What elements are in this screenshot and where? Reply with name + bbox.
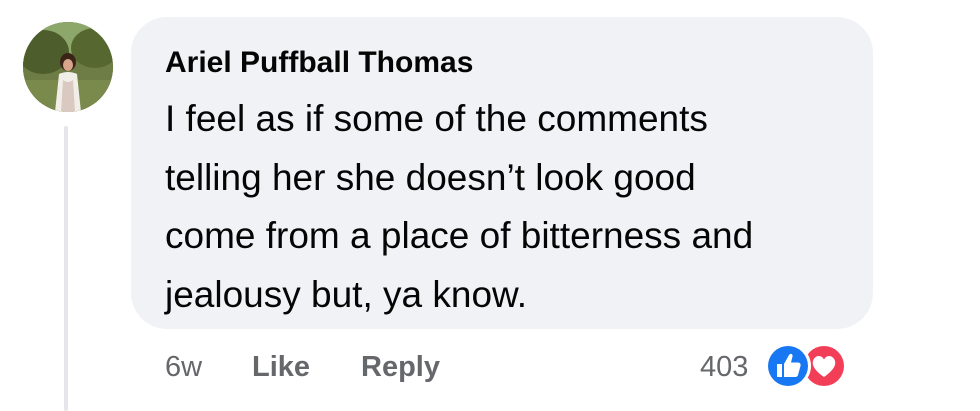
thread-line <box>64 126 68 411</box>
comment-text-line: come from a place of bitterness and <box>165 215 754 256</box>
profile-photo-icon <box>23 22 113 112</box>
reactions-summary[interactable] <box>764 340 864 392</box>
reply-button[interactable]: Reply <box>361 348 440 386</box>
comment-text-line: telling her she doesn’t look good <box>165 156 696 198</box>
comment-text-line: jealousy but, ya know. <box>165 273 527 315</box>
reaction-count[interactable]: 403 <box>700 348 748 386</box>
timestamp[interactable]: 6w <box>165 348 202 386</box>
comment-text: I feel as if some of the comments tellin… <box>165 90 865 324</box>
like-icon <box>765 343 811 389</box>
comment-text-line: I feel as if some of the comments <box>165 98 708 139</box>
like-button[interactable]: Like <box>252 348 310 386</box>
avatar[interactable] <box>23 22 113 112</box>
comment-container: Ariel Puffball Thomas I feel as if some … <box>0 0 980 411</box>
author-name[interactable]: Ariel Puffball Thomas <box>165 44 473 82</box>
